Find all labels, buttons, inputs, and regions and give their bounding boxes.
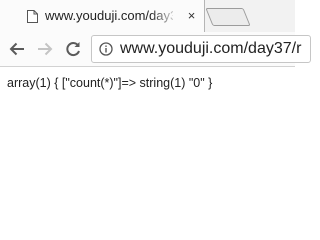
forward-arrow-icon[interactable] [36, 40, 54, 58]
tab-title-fade [150, 4, 180, 28]
tab-strip: www.youduji.com/day3 × [0, 0, 295, 32]
address-bar[interactable]: www.youduji.com/day37/r [91, 35, 311, 63]
reload-icon[interactable] [64, 40, 82, 58]
browser-toolbar: www.youduji.com/day37/r [0, 32, 311, 67]
close-icon[interactable]: × [185, 9, 198, 22]
page-icon [27, 10, 38, 23]
info-icon[interactable] [99, 42, 113, 56]
new-tab-button[interactable] [205, 8, 251, 26]
page-content: array(1) { ["count(*)"]=> string(1) "0" … [0, 67, 295, 205]
php-output-text: array(1) { ["count(*)"]=> string(1) "0" … [7, 76, 213, 90]
back-arrow-icon[interactable] [8, 40, 26, 58]
browser-tab[interactable]: www.youduji.com/day3 × [0, 0, 205, 32]
url-text[interactable]: www.youduji.com/day37/r [120, 40, 301, 58]
